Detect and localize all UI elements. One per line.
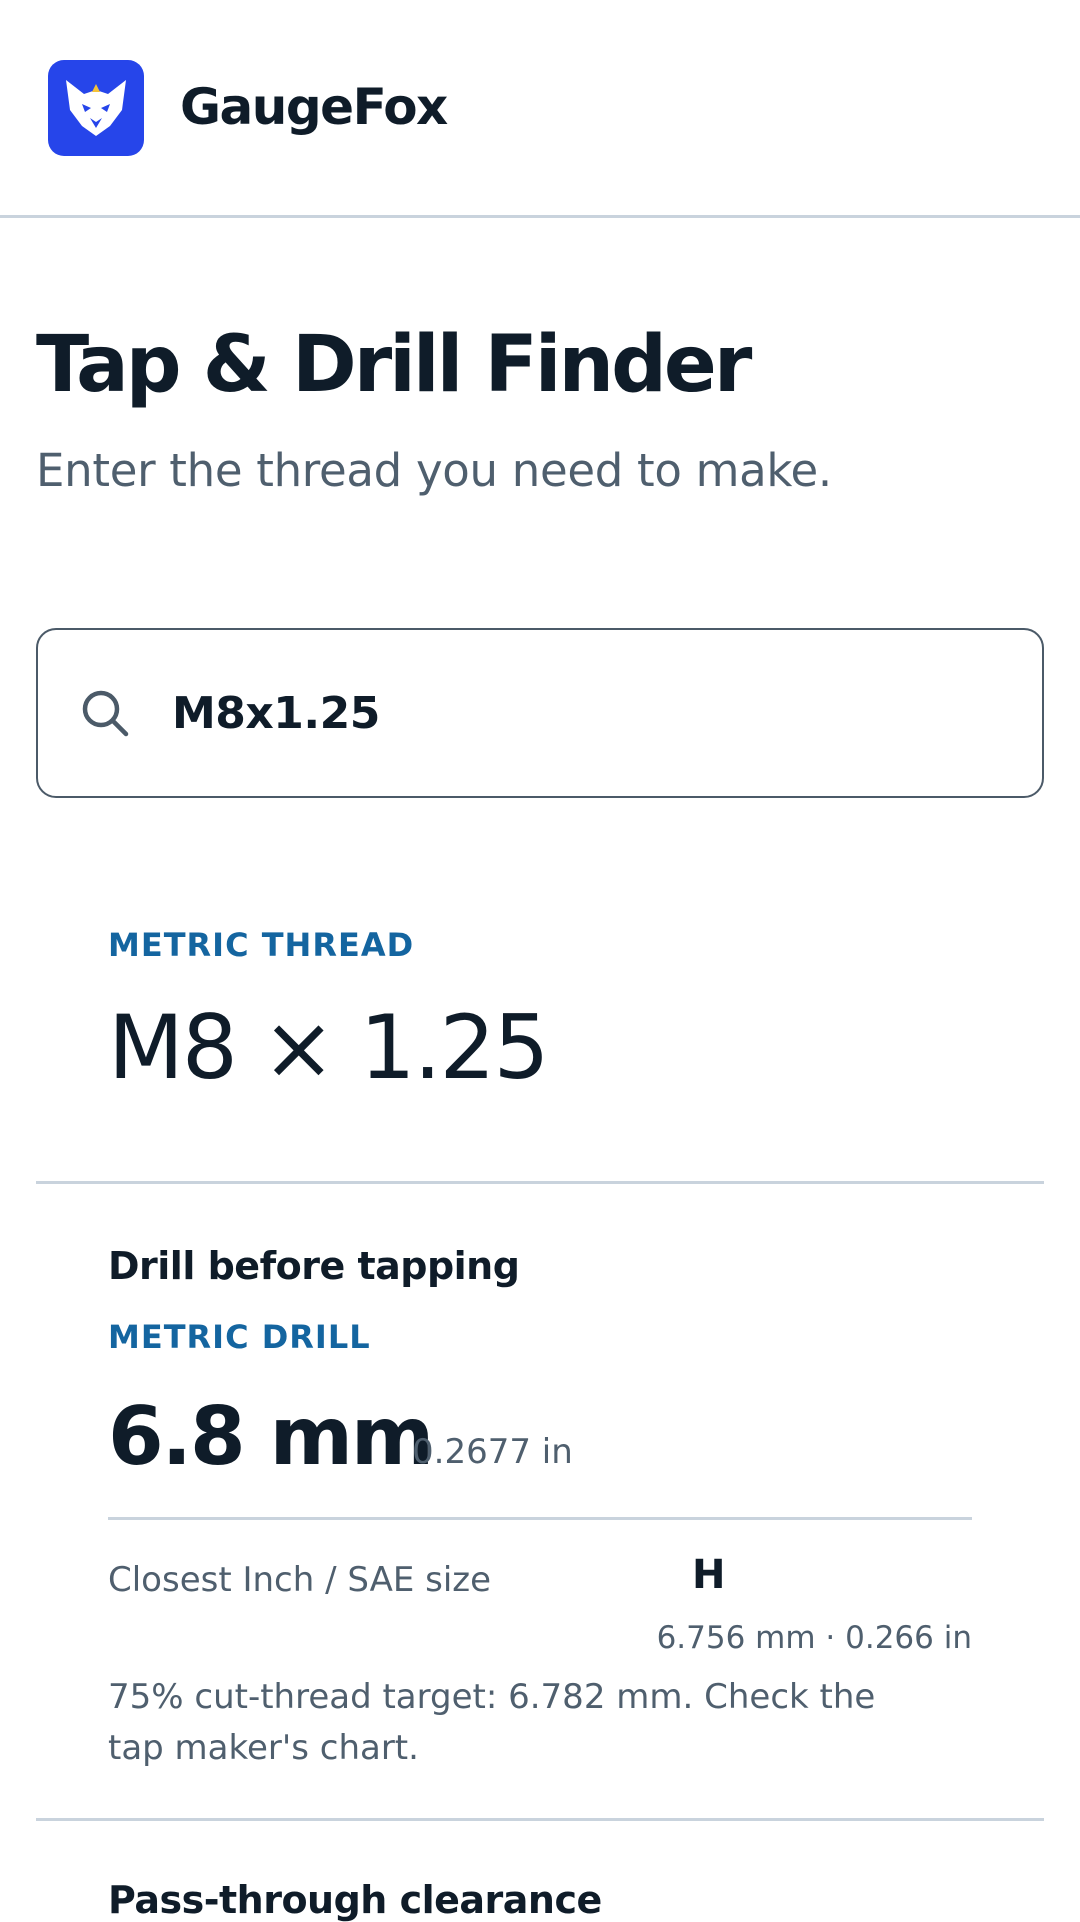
thread-size: M8 × 1.25 — [108, 996, 550, 1099]
thread-search-input[interactable]: M8x1.25 — [36, 628, 1044, 798]
page-subtitle: Enter the thread you need to make. — [36, 444, 832, 497]
sae-size-value: H — [692, 1552, 726, 1598]
app-header: GaugeFox — [0, 0, 1080, 218]
drill-size-inch: 0.2677 in — [412, 1432, 573, 1472]
app-name: GaugeFox — [180, 78, 448, 136]
divider — [36, 1818, 1044, 1821]
sae-size-label: Closest Inch / SAE size — [108, 1560, 492, 1600]
thread-type-label: METRIC THREAD — [108, 926, 415, 964]
divider — [36, 1181, 1044, 1184]
page-title: Tap & Drill Finder — [36, 320, 752, 410]
clearance-section-heading: Pass-through clearance — [108, 1878, 602, 1922]
search-input-value[interactable]: M8x1.25 — [172, 688, 380, 739]
drill-size: 6.8 mm — [108, 1390, 434, 1483]
sae-size-detail: 6.756 mm · 0.266 in — [656, 1620, 972, 1656]
cut-thread-note: 75% cut-thread target: 6.782 mm. Check t… — [108, 1677, 876, 1768]
search-icon — [78, 686, 134, 747]
divider — [108, 1517, 972, 1520]
fox-logo-icon[interactable] — [48, 60, 144, 156]
drill-type-label: METRIC DRILL — [108, 1318, 371, 1356]
drill-section-heading: Drill before tapping — [108, 1244, 520, 1288]
